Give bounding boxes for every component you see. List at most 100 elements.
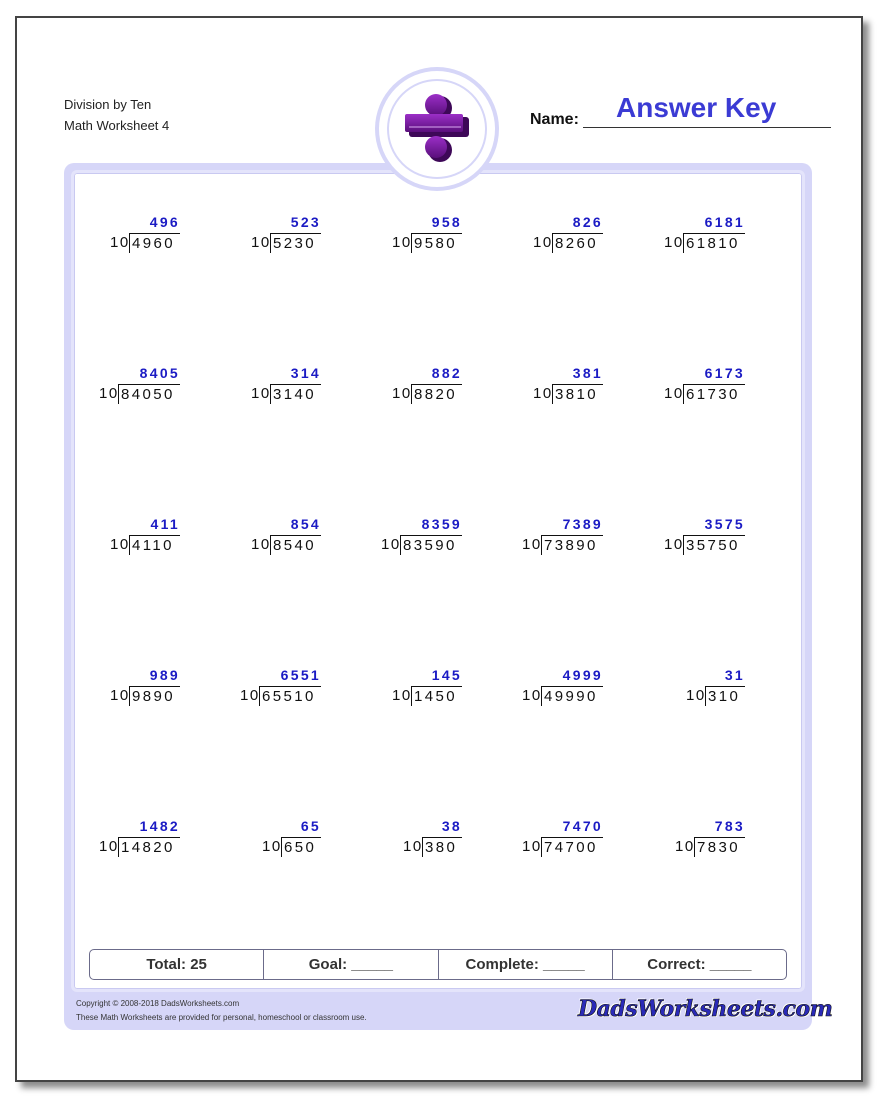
division-problem: 4999 10 49990 bbox=[522, 667, 603, 711]
dividend: 84050 bbox=[118, 384, 180, 404]
divisor: 10 bbox=[403, 838, 423, 855]
quotient-answer: 411 bbox=[150, 516, 180, 532]
quotient-answer: 65 bbox=[300, 818, 321, 834]
division-problem: 7389 10 73890 bbox=[522, 516, 603, 560]
quotient-answer: 882 bbox=[431, 365, 462, 381]
divisor: 10 bbox=[392, 687, 412, 704]
quotient-answer: 4999 bbox=[562, 667, 603, 683]
division-problem: 882 10 8820 bbox=[392, 365, 462, 409]
quotient-answer: 523 bbox=[290, 214, 321, 230]
division-problem: 826 10 8260 bbox=[533, 214, 603, 258]
quotient-answer: 3575 bbox=[704, 516, 745, 532]
division-problem: 958 10 9580 bbox=[392, 214, 462, 258]
dividend: 65510 bbox=[259, 686, 321, 706]
logo-badge bbox=[379, 71, 495, 187]
dividend: 74700 bbox=[541, 837, 603, 857]
division-problem: 1482 10 14820 bbox=[99, 818, 180, 862]
division-sign-icon bbox=[405, 94, 469, 162]
dividend: 61810 bbox=[683, 233, 745, 253]
divisor: 10 bbox=[262, 838, 282, 855]
dividend: 14820 bbox=[118, 837, 180, 857]
divisor: 10 bbox=[533, 385, 553, 402]
quotient-answer: 314 bbox=[290, 365, 321, 381]
division-problem: 854 10 8540 bbox=[251, 516, 321, 560]
division-problem: 783 10 7830 bbox=[675, 818, 745, 862]
dividend: 61730 bbox=[683, 384, 745, 404]
dividend: 4110 bbox=[129, 535, 180, 555]
dividend: 650 bbox=[281, 837, 321, 857]
divisor: 10 bbox=[522, 536, 542, 553]
quotient-answer: 381 bbox=[572, 365, 603, 381]
divisor: 10 bbox=[675, 838, 695, 855]
dividend: 7830 bbox=[694, 837, 745, 857]
dividend: 9890 bbox=[129, 686, 180, 706]
quotient-answer: 7389 bbox=[562, 516, 603, 532]
divisor: 10 bbox=[392, 234, 412, 251]
quotient-answer: 8359 bbox=[421, 516, 462, 532]
divisor: 10 bbox=[664, 234, 684, 251]
division-problem: 7470 10 74700 bbox=[522, 818, 603, 862]
usage-notice: These Math Worksheets are provided for p… bbox=[76, 1013, 367, 1022]
divisor: 10 bbox=[99, 385, 119, 402]
score-correct[interactable]: Correct: _____ bbox=[613, 950, 786, 979]
divisor: 10 bbox=[664, 385, 684, 402]
dividend: 5230 bbox=[270, 233, 321, 253]
quotient-answer: 496 bbox=[149, 214, 180, 230]
divisor: 10 bbox=[110, 687, 130, 704]
quotient-answer: 1482 bbox=[139, 818, 180, 834]
dividend: 310 bbox=[705, 686, 745, 706]
divisor: 10 bbox=[686, 687, 706, 704]
division-problem: 411 10 4110 bbox=[110, 516, 180, 560]
quotient-answer: 7470 bbox=[562, 818, 603, 834]
dividend: 83590 bbox=[400, 535, 462, 555]
division-problem: 3575 10 35750 bbox=[664, 516, 745, 560]
score-total: Total: 25 bbox=[90, 950, 265, 979]
divisor: 10 bbox=[251, 234, 271, 251]
division-problem: 145 10 1450 bbox=[392, 667, 462, 711]
dividend: 8820 bbox=[411, 384, 462, 404]
divisor: 10 bbox=[251, 385, 271, 402]
division-problem: 381 10 3810 bbox=[533, 365, 603, 409]
division-problem: 31 10 310 bbox=[686, 667, 745, 711]
division-problem: 989 10 9890 bbox=[110, 667, 180, 711]
worksheet-subtitle: Math Worksheet 4 bbox=[64, 118, 170, 133]
quotient-answer: 989 bbox=[149, 667, 180, 683]
dividend: 4960 bbox=[129, 233, 180, 253]
divisor: 10 bbox=[110, 536, 130, 553]
division-problem: 6173 10 61730 bbox=[664, 365, 745, 409]
worksheet-title: Division by Ten bbox=[64, 97, 152, 112]
divisor: 10 bbox=[522, 687, 542, 704]
divisor: 10 bbox=[381, 536, 401, 553]
dividend: 3810 bbox=[552, 384, 603, 404]
copyright-text: Copyright © 2008-2018 DadsWorksheets.com bbox=[76, 999, 240, 1008]
division-problem: 6181 10 61810 bbox=[664, 214, 745, 258]
score-box: Total: 25 Goal: _____ Complete: _____ Co… bbox=[89, 949, 787, 980]
divisor: 10 bbox=[664, 536, 684, 553]
name-field-line[interactable] bbox=[583, 127, 831, 128]
dividend: 73890 bbox=[541, 535, 603, 555]
score-complete[interactable]: Complete: _____ bbox=[439, 950, 613, 979]
division-problem: 523 10 5230 bbox=[251, 214, 321, 258]
quotient-answer: 826 bbox=[572, 214, 603, 230]
division-problem: 496 10 4960 bbox=[110, 214, 180, 258]
quotient-answer: 6173 bbox=[704, 365, 745, 381]
name-label: Name: bbox=[530, 111, 579, 128]
division-problem: 65 10 650 bbox=[262, 818, 321, 862]
quotient-answer: 783 bbox=[714, 818, 745, 834]
division-problem: 8359 10 83590 bbox=[381, 516, 462, 560]
problems-panel bbox=[71, 170, 805, 992]
divisor: 10 bbox=[240, 687, 260, 704]
dividend: 9580 bbox=[411, 233, 462, 253]
divisor: 10 bbox=[251, 536, 271, 553]
dividend: 3140 bbox=[270, 384, 321, 404]
quotient-answer: 6181 bbox=[704, 214, 745, 230]
quotient-answer: 6551 bbox=[280, 667, 321, 683]
dividend: 1450 bbox=[411, 686, 462, 706]
dividend: 8260 bbox=[552, 233, 603, 253]
score-goal[interactable]: Goal: _____ bbox=[264, 950, 439, 979]
dividend: 8540 bbox=[270, 535, 321, 555]
division-problem: 8405 10 84050 bbox=[99, 365, 180, 409]
divisor: 10 bbox=[99, 838, 119, 855]
quotient-answer: 854 bbox=[290, 516, 321, 532]
quotient-answer: 145 bbox=[431, 667, 462, 683]
